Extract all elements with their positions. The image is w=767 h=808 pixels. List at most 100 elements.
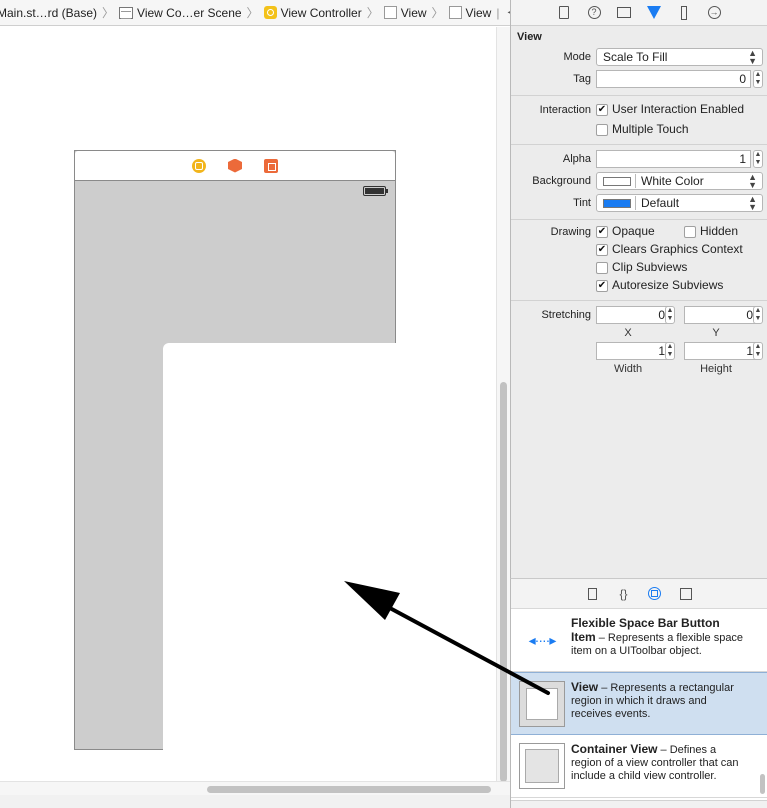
view-controller-scene[interactable] — [74, 150, 396, 750]
opaque-checkbox[interactable]: ✔ — [596, 226, 608, 238]
stretch-height-field[interactable]: 1 — [684, 342, 758, 360]
view-controller-icon[interactable] — [192, 158, 206, 173]
file-inspector-tab[interactable] — [555, 4, 574, 22]
identity-icon — [617, 7, 631, 18]
divider — [635, 196, 636, 210]
code-snippets-tab[interactable]: {} — [616, 586, 632, 602]
updown-chevron-icon: ▲ ▼ — [748, 48, 757, 66]
mode-row: Mode Scale To Fill ▲ ▼ — [511, 47, 767, 69]
drawing-row: Drawing ✔ Opaque Hidden — [511, 224, 767, 242]
media-library-tab[interactable] — [678, 586, 694, 602]
container-view-inner — [525, 749, 559, 783]
library-item-title: Container View — [571, 742, 658, 756]
scroll-thumb[interactable] — [207, 786, 491, 793]
user-interaction-checkbox[interactable]: ✔ — [596, 104, 608, 116]
alpha-label: Alpha — [562, 153, 591, 165]
stretch-width-field[interactable]: 1 — [596, 342, 670, 360]
stretch-width-stepper[interactable]: ▲ ▼ — [665, 342, 675, 360]
multiple-touch-checkbox[interactable] — [596, 124, 608, 136]
breadcrumb-label: View Controller — [280, 5, 362, 20]
tint-popup[interactable]: Default ▲ ▼ — [596, 194, 763, 212]
library-scroll-thumb[interactable] — [760, 774, 765, 794]
connections-inspector-tab[interactable]: → — [705, 4, 724, 22]
separator-icon: | — [496, 5, 500, 20]
arrow-right-circle-icon: → — [707, 6, 721, 19]
opaque-label: Opaque — [612, 224, 655, 238]
breadcrumb-label: View — [400, 5, 427, 20]
breadcrumb-item-view-selected[interactable]: View | — [448, 0, 505, 25]
stretch-x-stepper[interactable]: ▲ ▼ — [665, 306, 675, 324]
subview[interactable] — [163, 343, 396, 750]
clears-row: ✔ Clears Graphics Context — [511, 242, 767, 260]
scene-dock — [75, 151, 395, 181]
updown-chevron-icon: ▲ ▼ — [748, 172, 757, 190]
interaction-row: Interaction ✔ User Interaction Enabled — [511, 100, 767, 122]
file-templates-tab[interactable] — [585, 586, 601, 602]
ruler-icon — [681, 5, 687, 20]
stretching-labels-2: Width Height — [511, 363, 767, 377]
library-filter-bar[interactable] — [511, 800, 767, 808]
stretch-y-label: Y — [712, 327, 720, 339]
stretch-height-stepper[interactable]: ▲ ▼ — [753, 342, 763, 360]
library-item-text: View – Represents a rectangular region i… — [571, 681, 747, 721]
clip-row: Clip Subviews — [511, 260, 767, 278]
hidden-checkbox[interactable] — [684, 226, 696, 238]
library-tabs: {} — [511, 579, 767, 609]
clears-context-checkbox[interactable]: ✔ — [596, 244, 608, 256]
object-library: {} ◂····▸ Flexible Space Bar Button Item… — [510, 578, 767, 808]
library-item-flexible-space[interactable]: ◂····▸ Flexible Space Bar Button Item – … — [511, 609, 767, 672]
canvas-horizontal-scrollbar[interactable] — [0, 781, 510, 795]
first-responder-icon[interactable] — [228, 158, 242, 173]
background-row: Background White Color ▲ ▼ — [511, 171, 767, 193]
hidden-label: Hidden — [700, 224, 739, 238]
alpha-field[interactable]: 1 — [596, 150, 751, 168]
autoresize-label: Autoresize Subviews — [612, 278, 724, 292]
multiple-touch-row: Multiple Touch — [511, 122, 767, 140]
attributes-icon — [647, 6, 661, 19]
stretch-y-stepper[interactable]: ▲ ▼ — [753, 306, 763, 324]
breadcrumb-label: Main.st…rd (Base) — [0, 5, 98, 20]
breadcrumb-item-view[interactable]: View 〉 — [383, 0, 449, 25]
size-inspector-tab[interactable] — [675, 4, 694, 22]
attributes-inspector-tab[interactable] — [645, 4, 664, 22]
library-item-container-view[interactable]: Container View – Defines a region of a v… — [511, 735, 767, 798]
breadcrumb-label: View — [465, 5, 492, 20]
tag-stepper[interactable]: ▲ ▼ — [753, 70, 763, 88]
background-popup[interactable]: White Color ▲ ▼ — [596, 172, 763, 190]
scroll-thumb[interactable] — [500, 382, 507, 782]
clip-subviews-label: Clip Subviews — [612, 260, 688, 274]
file-icon — [559, 6, 569, 19]
library-item-view[interactable]: View – Represents a rectangular region i… — [511, 672, 767, 735]
storyboard-canvas[interactable] — [0, 27, 496, 781]
autoresize-checkbox[interactable]: ✔ — [596, 280, 608, 292]
interaction-label: Interaction — [539, 104, 591, 116]
divider — [511, 219, 767, 220]
updown-chevron-icon: ▲ ▼ — [748, 194, 757, 212]
color-swatch — [603, 177, 631, 186]
quick-help-tab[interactable]: ? — [585, 4, 604, 22]
view-controller-icon — [263, 6, 277, 19]
identity-inspector-tab[interactable] — [615, 4, 634, 22]
clip-subviews-checkbox[interactable] — [596, 262, 608, 274]
stretch-y-field[interactable]: 0 — [684, 306, 758, 324]
view-object-icon — [519, 681, 565, 727]
breadcrumb-item-storyboard[interactable]: Main.st…rd (Base) 〉 — [0, 0, 119, 25]
breadcrumb-item-scene[interactable]: View Co…er Scene 〉 — [119, 0, 264, 25]
inspector-tabs: ? → — [511, 0, 767, 26]
breadcrumb-item-view-controller[interactable]: View Controller 〉 — [263, 0, 384, 25]
stretch-width-label: Width — [613, 363, 643, 375]
clears-context-label: Clears Graphics Context — [612, 242, 743, 256]
alpha-stepper[interactable]: ▲ ▼ — [753, 150, 763, 168]
object-library-tab[interactable] — [647, 586, 663, 602]
stretching-labels-1: X Y — [511, 327, 767, 341]
stretch-x-field[interactable]: 0 — [596, 306, 670, 324]
mode-popup[interactable]: Scale To Fill ▲ ▼ — [596, 48, 763, 66]
chevron-right-icon: 〉 — [366, 6, 379, 20]
canvas-vertical-scrollbar[interactable] — [496, 27, 510, 782]
tint-value: Default — [641, 196, 680, 210]
stretch-x-label: X — [624, 327, 632, 339]
library-item-desc: – Represents a flexible space item on a … — [571, 632, 744, 657]
view-object-inner — [526, 688, 558, 720]
tag-field[interactable]: 0 — [596, 70, 751, 88]
exit-icon[interactable] — [264, 158, 278, 173]
